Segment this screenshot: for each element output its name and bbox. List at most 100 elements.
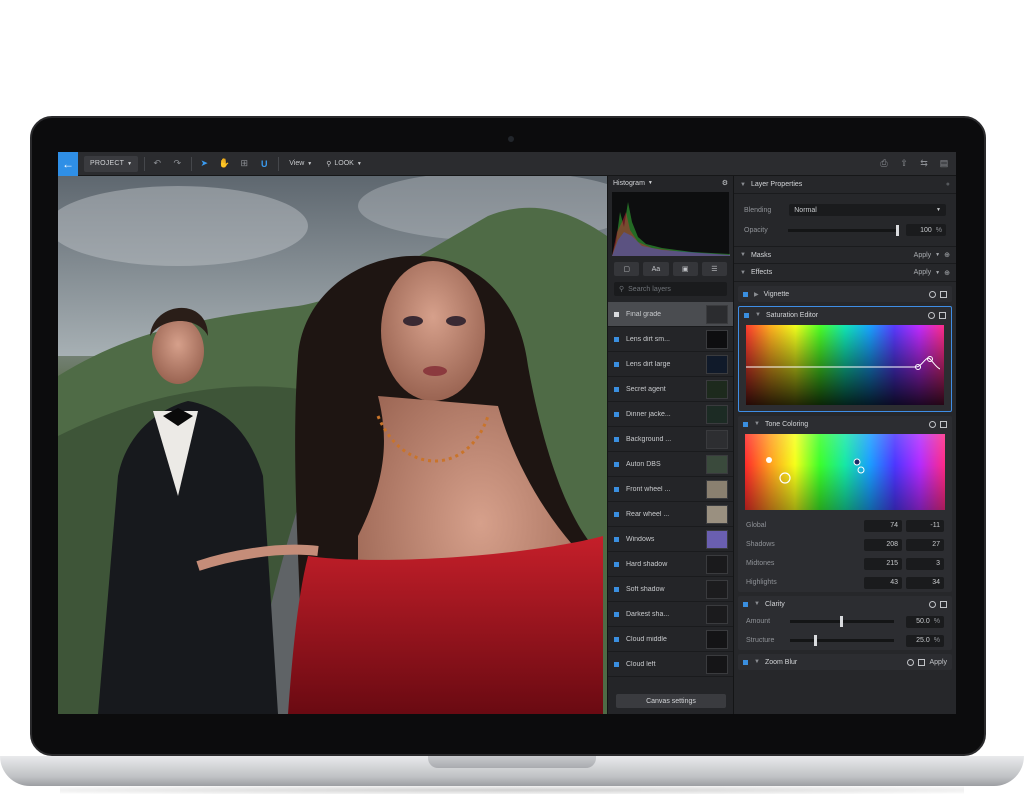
new-layer-button[interactable]: ▢ bbox=[614, 262, 640, 276]
amount-slider-knob[interactable] bbox=[840, 616, 843, 627]
layer-row[interactable]: Final grade bbox=[608, 302, 733, 327]
layer-row[interactable]: Cloud left bbox=[608, 652, 733, 677]
layer-visibility-checkbox[interactable] bbox=[614, 586, 619, 592]
clarity-header[interactable]: ▼ Clarity bbox=[738, 596, 952, 612]
pan-tool-button[interactable]: ✋ bbox=[216, 156, 232, 172]
print-button[interactable]: ⎙ bbox=[876, 156, 892, 172]
text-layer-button[interactable]: Aa bbox=[643, 262, 669, 276]
layer-visibility-checkbox[interactable] bbox=[614, 411, 619, 417]
tone-header[interactable]: ▼ Tone Coloring bbox=[738, 416, 952, 432]
blending-select[interactable]: Normal ▼ bbox=[789, 204, 946, 216]
effects-apply-button[interactable]: Apply bbox=[914, 269, 932, 276]
settings-dot-icon[interactable]: ● bbox=[946, 181, 950, 188]
export-button[interactable]: ⇧ bbox=[896, 156, 912, 172]
layer-visibility-checkbox[interactable] bbox=[614, 311, 619, 317]
tone-color-picker[interactable] bbox=[745, 434, 945, 510]
masks-apply-button[interactable]: Apply bbox=[914, 252, 932, 259]
layer-row[interactable]: Lens dirt large bbox=[608, 352, 733, 377]
gear-icon[interactable]: ⚙ bbox=[722, 179, 728, 187]
crop-tool-button[interactable]: ⊞ bbox=[236, 156, 252, 172]
canvas-settings-button[interactable]: Canvas settings bbox=[616, 694, 726, 708]
layer-row[interactable]: Soft shadow bbox=[608, 577, 733, 602]
saturation-header[interactable]: ▼ Saturation Editor bbox=[739, 307, 951, 323]
zoom-blur-apply-button[interactable]: Apply bbox=[929, 659, 947, 666]
visibility-icon[interactable] bbox=[940, 600, 947, 608]
add-circle-icon[interactable]: ⊕ bbox=[944, 269, 950, 277]
effect-enabled-checkbox[interactable] bbox=[743, 659, 748, 665]
zoom-blur-header[interactable]: ▼ Zoom Blur Apply bbox=[738, 654, 952, 670]
layer-visibility-checkbox[interactable] bbox=[614, 486, 619, 492]
layer-visibility-checkbox[interactable] bbox=[614, 511, 619, 517]
select-tool-button[interactable]: ➤ bbox=[196, 156, 212, 172]
opacity-field[interactable]: 100 % bbox=[906, 224, 946, 236]
redo-button[interactable]: ↷ bbox=[169, 156, 185, 172]
layer-row[interactable]: Rear wheel ... bbox=[608, 502, 733, 527]
visibility-icon[interactable] bbox=[940, 420, 947, 428]
effect-enabled-checkbox[interactable] bbox=[743, 291, 748, 297]
view-menu-button[interactable]: View ▼ bbox=[285, 156, 316, 172]
structure-field[interactable]: 25.0 % bbox=[906, 634, 944, 647]
amount-field[interactable]: 50.0 % bbox=[906, 615, 944, 628]
tone-amount-field[interactable]: 3 bbox=[906, 557, 944, 570]
visibility-icon[interactable] bbox=[918, 658, 926, 666]
layer-row[interactable]: Lens dirt sm... bbox=[608, 327, 733, 352]
image-layer-button[interactable]: ▣ bbox=[672, 262, 698, 276]
tone-hue-field[interactable]: 43 bbox=[864, 576, 902, 589]
mask-icon[interactable] bbox=[929, 420, 936, 428]
layer-visibility-checkbox[interactable] bbox=[614, 336, 619, 342]
masks-header[interactable]: ▼ Masks Apply ▼ ⊕ bbox=[734, 246, 956, 264]
mask-icon[interactable] bbox=[929, 600, 936, 608]
layer-row[interactable]: Cloud middle bbox=[608, 627, 733, 652]
magnet-tool-button[interactable]: U bbox=[256, 156, 272, 172]
layer-visibility-checkbox[interactable] bbox=[614, 436, 619, 442]
opacity-slider[interactable] bbox=[787, 224, 899, 236]
add-circle-icon[interactable]: ⊕ bbox=[944, 251, 950, 259]
layer-visibility-checkbox[interactable] bbox=[614, 361, 619, 367]
layer-settings-button[interactable]: ☰ bbox=[701, 262, 727, 276]
vignette-header[interactable]: ▶ Vignette bbox=[738, 286, 952, 302]
visibility-icon[interactable] bbox=[940, 290, 947, 298]
layer-properties-header[interactable]: ▼ Layer Properties ● bbox=[734, 176, 956, 194]
tone-hue-field[interactable]: 74 bbox=[864, 519, 902, 532]
opacity-slider-knob[interactable] bbox=[896, 224, 899, 236]
tone-hue-field[interactable]: 208 bbox=[864, 538, 902, 551]
layer-row[interactable]: Background ... bbox=[608, 427, 733, 452]
layer-row[interactable]: Hard shadow bbox=[608, 552, 733, 577]
tone-amount-field[interactable]: 34 bbox=[906, 576, 944, 589]
amount-slider[interactable] bbox=[790, 616, 894, 627]
layer-visibility-checkbox[interactable] bbox=[614, 561, 619, 567]
layer-visibility-checkbox[interactable] bbox=[614, 636, 619, 642]
layer-row[interactable]: Front wheel ... bbox=[608, 477, 733, 502]
layer-visibility-checkbox[interactable] bbox=[614, 386, 619, 392]
effect-enabled-checkbox[interactable] bbox=[744, 312, 749, 318]
back-button[interactable]: ← bbox=[58, 152, 78, 176]
layer-row[interactable]: Darkest sha... bbox=[608, 602, 733, 627]
tone-amount-field[interactable]: 27 bbox=[906, 538, 944, 551]
mask-icon[interactable] bbox=[928, 311, 935, 319]
tone-amount-field[interactable]: -11 bbox=[906, 519, 944, 532]
search-layers-input[interactable]: ⚲ Search layers bbox=[614, 282, 727, 296]
effect-enabled-checkbox[interactable] bbox=[743, 421, 748, 427]
mask-icon[interactable] bbox=[907, 658, 915, 666]
layer-visibility-checkbox[interactable] bbox=[614, 611, 619, 617]
structure-slider[interactable] bbox=[790, 635, 894, 646]
photo-canvas[interactable] bbox=[58, 176, 607, 714]
layer-visibility-checkbox[interactable] bbox=[614, 461, 619, 467]
layer-row[interactable]: Dinner jacke... bbox=[608, 402, 733, 427]
look-menu-button[interactable]: ⚲ LOOK ▼ bbox=[322, 156, 366, 172]
undo-button[interactable]: ↶ bbox=[149, 156, 165, 172]
layer-row[interactable]: Windows bbox=[608, 527, 733, 552]
effects-header[interactable]: ▼ Effects Apply ▼ ⊕ bbox=[734, 264, 956, 282]
layer-visibility-checkbox[interactable] bbox=[614, 536, 619, 542]
compare-button[interactable]: ⇆ bbox=[916, 156, 932, 172]
layer-row[interactable]: Secret agent bbox=[608, 377, 733, 402]
mask-icon[interactable] bbox=[929, 290, 936, 298]
layer-row[interactable]: Auton DBS bbox=[608, 452, 733, 477]
effect-enabled-checkbox[interactable] bbox=[743, 601, 748, 607]
visibility-icon[interactable] bbox=[939, 311, 946, 319]
tone-hue-field[interactable]: 215 bbox=[864, 557, 902, 570]
project-menu-button[interactable]: PROJECT ▼ bbox=[84, 155, 139, 172]
structure-slider-knob[interactable] bbox=[814, 635, 817, 646]
saturation-curve-editor[interactable] bbox=[746, 325, 944, 405]
layer-visibility-checkbox[interactable] bbox=[614, 661, 619, 667]
